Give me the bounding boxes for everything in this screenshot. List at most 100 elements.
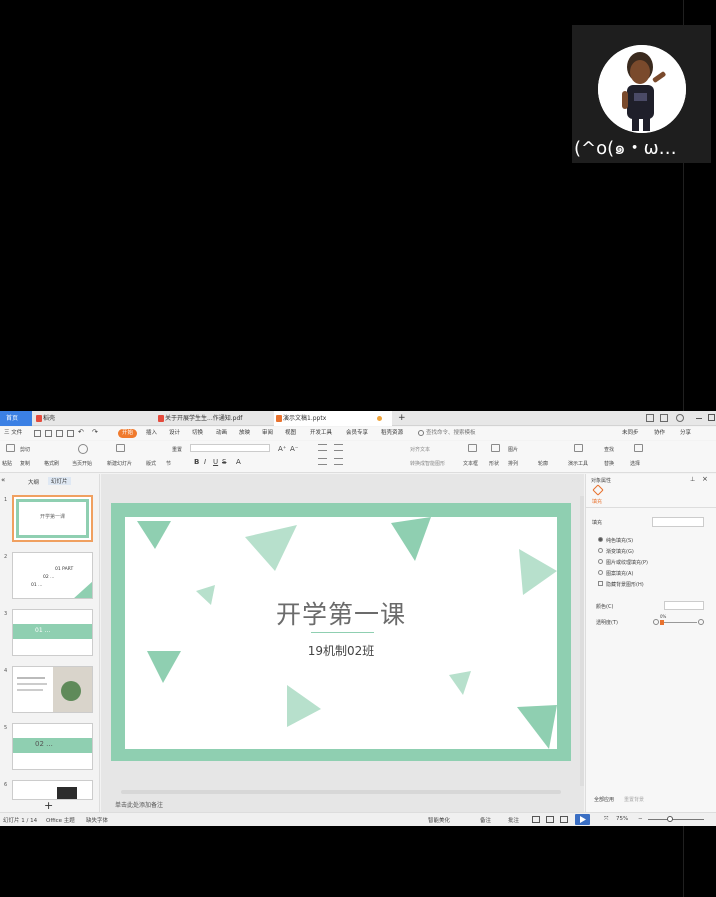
select-button[interactable]: 选择: [630, 460, 640, 467]
video-participant-tile[interactable]: (^o(๑・ω…: [572, 25, 711, 163]
collab-button[interactable]: 协作: [654, 429, 665, 438]
tab-fill[interactable]: 填充: [592, 498, 602, 505]
add-tab-button[interactable]: +: [396, 411, 408, 426]
underline-button[interactable]: U: [213, 458, 218, 466]
paste-button[interactable]: 粘贴: [2, 460, 12, 467]
text-box-button[interactable]: 文本框: [463, 460, 478, 467]
close-icon[interactable]: ×: [702, 475, 708, 483]
slide-thumbnail-2[interactable]: 01 PART 02 ... 01 ...: [12, 552, 93, 599]
slide-thumbnail-1[interactable]: 开学第一课: [12, 495, 93, 542]
pin-icon[interactable]: ⊥: [690, 476, 695, 483]
reset-background-button[interactable]: 重置背景: [624, 796, 644, 803]
sync-status[interactable]: 未同步: [622, 429, 639, 438]
transparency-slider[interactable]: [661, 622, 697, 623]
zoom-slider-thumb[interactable]: [667, 816, 673, 822]
zoom-out-icon[interactable]: −: [638, 816, 643, 822]
convert-smartart-button[interactable]: 转换成智能图形: [410, 460, 445, 467]
tab-pdf-document[interactable]: 关于开展学生生...作通知.pdf: [156, 411, 266, 426]
comments-toggle-button[interactable]: 批注: [508, 816, 519, 824]
menu-slideshow[interactable]: 放映: [239, 429, 250, 438]
smart-beautify-button[interactable]: 智能美化: [428, 816, 450, 824]
slide-thumbnail-5[interactable]: 02 ...: [12, 723, 93, 770]
fill-type-select[interactable]: [652, 517, 704, 527]
section-button[interactable]: 节: [166, 460, 171, 467]
command-search-input[interactable]: 查找命令、搜索模板: [426, 429, 476, 438]
menu-animation[interactable]: 动画: [216, 429, 227, 438]
undo-icon[interactable]: ↶: [78, 428, 84, 436]
from-current-button[interactable]: 当页开始: [72, 460, 92, 467]
slide-sorter-icon[interactable]: [546, 816, 554, 823]
tab-outline[interactable]: 大纲: [28, 478, 39, 486]
reset-button[interactable]: 重置: [172, 446, 182, 453]
menu-view[interactable]: 视图: [285, 429, 296, 438]
tab-home[interactable]: 首页: [0, 411, 32, 426]
zoom-slider[interactable]: [648, 819, 704, 820]
pattern-fill-radio[interactable]: [598, 570, 603, 575]
menu-daoke-resources[interactable]: 稻壳资源: [381, 429, 403, 438]
slideshow-play-button[interactable]: [575, 814, 590, 825]
menu-transition[interactable]: 切换: [192, 429, 203, 438]
maximize-icon[interactable]: [708, 414, 715, 421]
copy-button[interactable]: 复制: [20, 460, 30, 467]
missing-font-button[interactable]: 缺失字体: [86, 816, 108, 824]
new-slide-button[interactable]: 新建幻灯片: [107, 460, 132, 467]
notes-toggle-button[interactable]: 备注: [480, 816, 491, 824]
normal-view-icon[interactable]: [532, 816, 540, 823]
increase-icon[interactable]: [698, 619, 704, 625]
vertical-scrollbar[interactable]: [580, 496, 584, 786]
shape-button[interactable]: 形状: [489, 460, 499, 467]
slide-thumbnail-3[interactable]: 01 ...: [12, 609, 93, 656]
slide-thumbnail-4[interactable]: [12, 666, 93, 713]
menu-insert[interactable]: 插入: [146, 429, 157, 438]
hide-background-checkbox[interactable]: [598, 581, 603, 586]
slide-tools-button[interactable]: 演示工具: [568, 460, 588, 467]
share-button[interactable]: 分享: [680, 429, 691, 438]
horizontal-scrollbar[interactable]: [121, 790, 561, 794]
tab-slides[interactable]: 幻灯片: [48, 477, 71, 485]
tab-daoke[interactable]: 稻壳: [34, 411, 144, 426]
picture-button[interactable]: 图片: [508, 446, 518, 453]
menu-review[interactable]: 审阅: [262, 429, 273, 438]
picture-fill-radio[interactable]: [598, 559, 603, 564]
avatar-icon[interactable]: [676, 414, 684, 422]
menu-file[interactable]: 三 文件: [4, 429, 22, 438]
preview-icon[interactable]: [67, 430, 74, 437]
gradient-fill-radio[interactable]: [598, 548, 603, 553]
window-grid-icon[interactable]: [660, 414, 668, 422]
cut-button[interactable]: 剪切: [20, 446, 30, 453]
align-center-icon[interactable]: [334, 458, 343, 465]
font-color-button[interactable]: A: [236, 458, 241, 466]
find-button[interactable]: 查找: [604, 446, 614, 453]
italic-button[interactable]: I: [204, 458, 206, 466]
decrease-icon[interactable]: [653, 619, 659, 625]
menu-design[interactable]: 设计: [169, 429, 180, 438]
bold-button[interactable]: B: [194, 458, 199, 466]
layout-icon[interactable]: [646, 414, 654, 422]
layout-button[interactable]: 版式: [146, 460, 156, 467]
slide-editing-canvas[interactable]: 开学第一课 19机制02班 单击此处添加备注: [101, 474, 584, 814]
outline-button[interactable]: 轮廓: [538, 460, 548, 467]
arrange-button[interactable]: 排列: [508, 460, 518, 467]
slide-subtitle[interactable]: 19机制02班: [125, 642, 557, 659]
open-icon[interactable]: [34, 430, 41, 437]
apply-all-button[interactable]: 全部应用: [594, 796, 614, 803]
align-text-button[interactable]: 对齐文本: [410, 446, 430, 453]
align-left-icon[interactable]: [318, 458, 327, 465]
reading-view-icon[interactable]: [560, 816, 568, 823]
current-slide[interactable]: 开学第一课 19机制02班: [111, 503, 571, 761]
menu-start[interactable]: 开始: [118, 429, 138, 438]
slide-title[interactable]: 开学第一课: [125, 595, 557, 631]
format-painter-button[interactable]: 格式刷: [44, 460, 59, 467]
grow-font-button[interactable]: A⁺: [278, 445, 286, 453]
replace-button[interactable]: 替换: [604, 460, 614, 467]
minimize-icon[interactable]: [696, 418, 702, 419]
shrink-font-button[interactable]: A⁻: [290, 445, 298, 453]
tab-presentation[interactable]: 演示文稿1.pptx: [274, 411, 392, 426]
slide-thumbnail-6[interactable]: [12, 780, 93, 800]
font-name-select[interactable]: [190, 444, 270, 452]
print-icon[interactable]: [56, 430, 63, 437]
fit-window-icon[interactable]: ⤧: [604, 816, 608, 823]
zoom-level[interactable]: 75%: [616, 816, 628, 822]
redo-icon[interactable]: ↷: [92, 428, 98, 436]
transparency-slider-thumb[interactable]: [660, 620, 664, 625]
